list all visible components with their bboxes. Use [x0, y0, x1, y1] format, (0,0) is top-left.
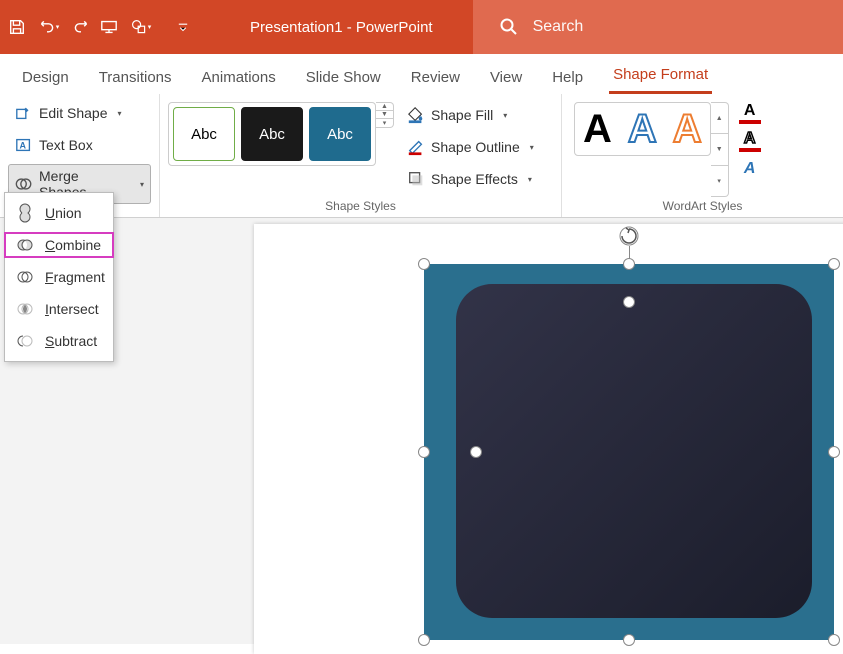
shape-outline-button[interactable]: Shape Outline ▾	[400, 134, 541, 160]
shape-rounded-rectangle[interactable]	[456, 284, 812, 618]
search-icon	[499, 17, 519, 37]
wordart-preset-1[interactable]: A	[583, 109, 612, 149]
shape-fill-label: Shape Fill	[431, 107, 493, 123]
wordart-styles-group-label: WordArt Styles	[570, 197, 835, 215]
subtract-icon	[15, 331, 35, 351]
customize-qat-icon[interactable]	[172, 16, 194, 38]
menu-label: Fragment	[45, 269, 105, 285]
expand-gallery-icon[interactable]: ▾	[711, 166, 728, 196]
tab-design[interactable]: Design	[18, 59, 73, 94]
tab-transitions[interactable]: Transitions	[95, 59, 176, 94]
scroll-down-icon[interactable]: ▼	[376, 111, 393, 119]
scroll-up-icon[interactable]: ▲	[376, 103, 393, 111]
menu-item-union[interactable]: Union	[5, 197, 113, 229]
menu-item-combine[interactable]: Combine	[5, 229, 113, 261]
resize-handle-sw[interactable]	[418, 634, 430, 646]
intersect-icon	[15, 299, 35, 319]
resize-handle-w[interactable]	[418, 446, 430, 458]
resize-handle-se[interactable]	[828, 634, 840, 646]
shape-style-preset-1[interactable]: Abc	[173, 107, 235, 161]
resize-handle-s[interactable]	[623, 634, 635, 646]
shape-outline-icon	[407, 138, 425, 156]
shape-outline-label: Shape Outline	[431, 139, 520, 155]
menu-label: Intersect	[45, 301, 99, 317]
chevron-down-icon: ▾	[118, 109, 122, 118]
search-box[interactable]	[473, 0, 843, 54]
scroll-up-icon[interactable]: ▲	[711, 103, 728, 134]
expand-gallery-icon[interactable]: ▾	[376, 119, 393, 127]
wordart-gallery-scroll[interactable]: ▲ ▼ ▾	[711, 102, 729, 197]
undo-button[interactable]: ▾	[34, 16, 64, 38]
fragment-icon	[15, 267, 35, 287]
inner-resize-handle-n[interactable]	[623, 296, 635, 308]
text-box-label: Text Box	[39, 137, 93, 153]
menu-item-subtract[interactable]: Subtract	[5, 325, 113, 357]
tab-view[interactable]: View	[486, 59, 526, 94]
chevron-down-icon: ▾	[530, 143, 534, 152]
tab-review[interactable]: Review	[407, 59, 464, 94]
merge-shapes-menu: Union Combine Fragment Intersect Subtrac…	[4, 192, 114, 362]
tab-animations[interactable]: Animations	[198, 59, 280, 94]
quick-access-toolbar: ▾ ▾	[0, 16, 200, 38]
text-fill-button[interactable]: A	[739, 102, 761, 124]
edit-shape-icon	[15, 104, 33, 122]
resize-handle-nw[interactable]	[418, 258, 430, 270]
wordart-gallery: A A A ▲ ▼ ▾	[570, 98, 733, 197]
chevron-down-icon: ▾	[528, 175, 532, 184]
start-from-beginning-icon[interactable]	[98, 16, 120, 38]
merge-shapes-icon	[15, 175, 33, 193]
shape-style-preset-2[interactable]: Abc	[241, 107, 303, 161]
text-box-button[interactable]: A Text Box	[8, 132, 151, 158]
insert-shape-qat-icon[interactable]: ▾	[126, 16, 156, 38]
shape-style-preset-3[interactable]: Abc	[309, 107, 371, 161]
tab-help[interactable]: Help	[548, 59, 587, 94]
union-icon	[15, 203, 35, 223]
menu-label: Union	[45, 205, 82, 221]
group-wordart-styles: A A A ▲ ▼ ▾ A A A WordArt Styles	[562, 94, 843, 217]
shape-effects-icon	[407, 170, 425, 188]
shape-fill-button[interactable]: Shape Fill ▾	[400, 102, 541, 128]
inner-resize-handle-w[interactable]	[470, 446, 482, 458]
ribbon-tabs: Design Transitions Animations Slide Show…	[0, 54, 843, 94]
shape-style-gallery: Abc Abc Abc ▲ ▼ ▾	[168, 98, 394, 197]
menu-label: Subtract	[45, 333, 97, 349]
text-box-icon: A	[15, 136, 33, 154]
tab-shape-format[interactable]: Shape Format	[609, 56, 712, 94]
shape-styles-group-label: Shape Styles	[168, 197, 553, 215]
edit-shape-label: Edit Shape	[39, 105, 108, 121]
chevron-down-icon: ▾	[503, 111, 507, 120]
text-effects-button[interactable]: A	[739, 158, 761, 180]
document-title: Presentation1 - PowerPoint	[250, 19, 433, 36]
save-icon[interactable]	[6, 16, 28, 38]
edit-shape-button[interactable]: Edit Shape ▾	[8, 100, 151, 126]
wordart-preset-3[interactable]: A	[673, 109, 702, 149]
text-outline-button[interactable]: A	[739, 130, 761, 152]
redo-button[interactable]	[70, 16, 92, 38]
title-bar: ▾ ▾ Presentation1 - PowerPoint	[0, 0, 843, 54]
group-shape-styles: Abc Abc Abc ▲ ▼ ▾ Shape Fill ▾	[160, 94, 562, 217]
shape-effects-button[interactable]: Shape Effects ▾	[400, 166, 541, 192]
tab-slide-show[interactable]: Slide Show	[302, 59, 385, 94]
shape-effects-label: Shape Effects	[431, 171, 518, 187]
resize-handle-n[interactable]	[623, 258, 635, 270]
menu-item-intersect[interactable]: Intersect	[5, 293, 113, 325]
shape-fill-icon	[407, 106, 425, 124]
search-input[interactable]	[533, 18, 843, 36]
scroll-down-icon[interactable]: ▼	[711, 134, 728, 165]
resize-handle-ne[interactable]	[828, 258, 840, 270]
resize-handle-e[interactable]	[828, 446, 840, 458]
wordart-preset-2[interactable]: A	[628, 109, 657, 149]
rotate-handle[interactable]	[617, 224, 641, 251]
chevron-down-icon: ▾	[140, 180, 144, 189]
svg-text:A: A	[20, 141, 27, 151]
ribbon: Edit Shape ▾ A Text Box Merge Shapes ▾	[0, 94, 843, 218]
gallery-scroll[interactable]: ▲ ▼ ▾	[376, 102, 394, 128]
combine-icon	[15, 235, 35, 255]
selected-shape-group[interactable]	[424, 264, 834, 640]
menu-item-fragment[interactable]: Fragment	[5, 261, 113, 293]
menu-label: Combine	[45, 237, 101, 253]
